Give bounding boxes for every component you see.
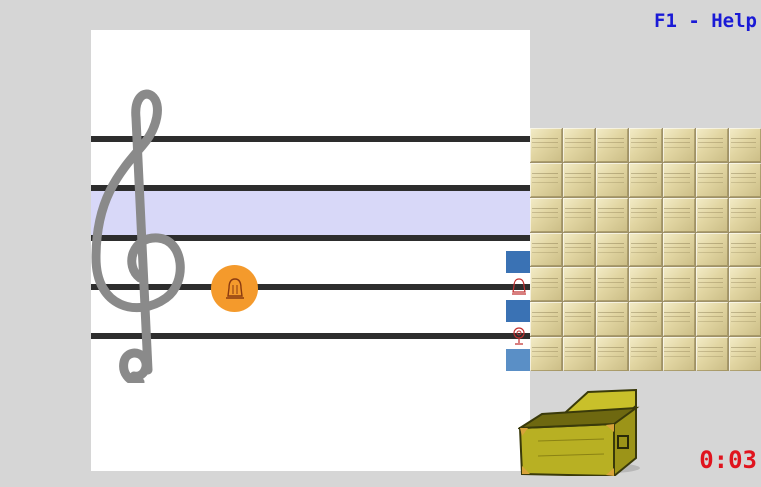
puzzle-tile[interactable] <box>662 302 695 337</box>
puzzle-tile[interactable] <box>596 128 629 162</box>
puzzle-tile[interactable] <box>563 197 596 232</box>
puzzle-tile[interactable] <box>563 128 596 162</box>
puzzle-tile[interactable] <box>695 267 728 302</box>
puzzle-tile[interactable] <box>596 232 629 267</box>
puzzle-tile[interactable] <box>530 337 563 371</box>
puzzle-tile[interactable] <box>662 197 695 232</box>
puzzle-tile[interactable] <box>563 232 596 267</box>
puzzle-tile[interactable] <box>530 197 563 232</box>
puzzle-tile[interactable] <box>695 162 728 197</box>
puzzle-tile[interactable] <box>728 337 761 371</box>
puzzle-tile[interactable] <box>596 162 629 197</box>
puzzle-tile[interactable] <box>662 128 695 162</box>
puzzle-tile[interactable] <box>728 197 761 232</box>
puzzle-tile[interactable] <box>563 162 596 197</box>
puzzle-tile[interactable] <box>728 162 761 197</box>
puzzle-tile[interactable] <box>596 302 629 337</box>
puzzle-tile[interactable] <box>662 162 695 197</box>
treble-clef-icon <box>88 88 193 387</box>
blue-square-icon[interactable] <box>506 300 531 322</box>
puzzle-tile[interactable] <box>728 232 761 267</box>
puzzle-tile[interactable] <box>728 302 761 337</box>
puzzle-tile[interactable] <box>662 267 695 302</box>
puzzle-tile[interactable] <box>695 302 728 337</box>
puzzle-tile[interactable] <box>728 128 761 162</box>
puzzle-tile[interactable] <box>629 197 662 232</box>
puzzle-tile[interactable] <box>596 267 629 302</box>
puzzle-tile[interactable] <box>629 128 662 162</box>
puzzle-tile[interactable] <box>530 267 563 302</box>
microphone-icon[interactable] <box>506 325 531 347</box>
puzzle-tile[interactable] <box>563 337 596 371</box>
blue-square-icon[interactable] <box>506 251 531 273</box>
puzzle-tile[interactable] <box>530 232 563 267</box>
help-hint[interactable]: F1 - Help <box>654 10 757 32</box>
puzzle-tile[interactable] <box>662 337 695 371</box>
bell-icon <box>225 277 244 299</box>
puzzle-tile[interactable] <box>530 162 563 197</box>
puzzle-tile[interactable] <box>596 197 629 232</box>
puzzle-tile[interactable] <box>629 162 662 197</box>
puzzle-tile[interactable] <box>563 302 596 337</box>
bell-icon[interactable] <box>506 276 531 298</box>
puzzle-tile[interactable] <box>629 302 662 337</box>
blue-square-icon[interactable] <box>506 349 531 371</box>
puzzle-tile[interactable] <box>695 232 728 267</box>
puzzle-tile[interactable] <box>728 267 761 302</box>
puzzle-tile[interactable] <box>695 128 728 162</box>
puzzle-tile[interactable] <box>596 337 629 371</box>
timer: 0:03 <box>699 446 757 474</box>
puzzle-tile[interactable] <box>695 337 728 371</box>
puzzle-tile[interactable] <box>629 267 662 302</box>
puzzle-tile[interactable] <box>662 232 695 267</box>
puzzle-tile[interactable] <box>530 302 563 337</box>
puzzle-tile[interactable] <box>530 128 563 162</box>
treasure-chest-icon[interactable] <box>516 386 643 480</box>
puzzle-tile[interactable] <box>629 337 662 371</box>
puzzle-tile[interactable] <box>695 197 728 232</box>
puzzle-tile[interactable] <box>563 267 596 302</box>
puzzle-grid <box>530 128 761 371</box>
note-ball[interactable] <box>211 265 258 312</box>
puzzle-tile[interactable] <box>629 232 662 267</box>
